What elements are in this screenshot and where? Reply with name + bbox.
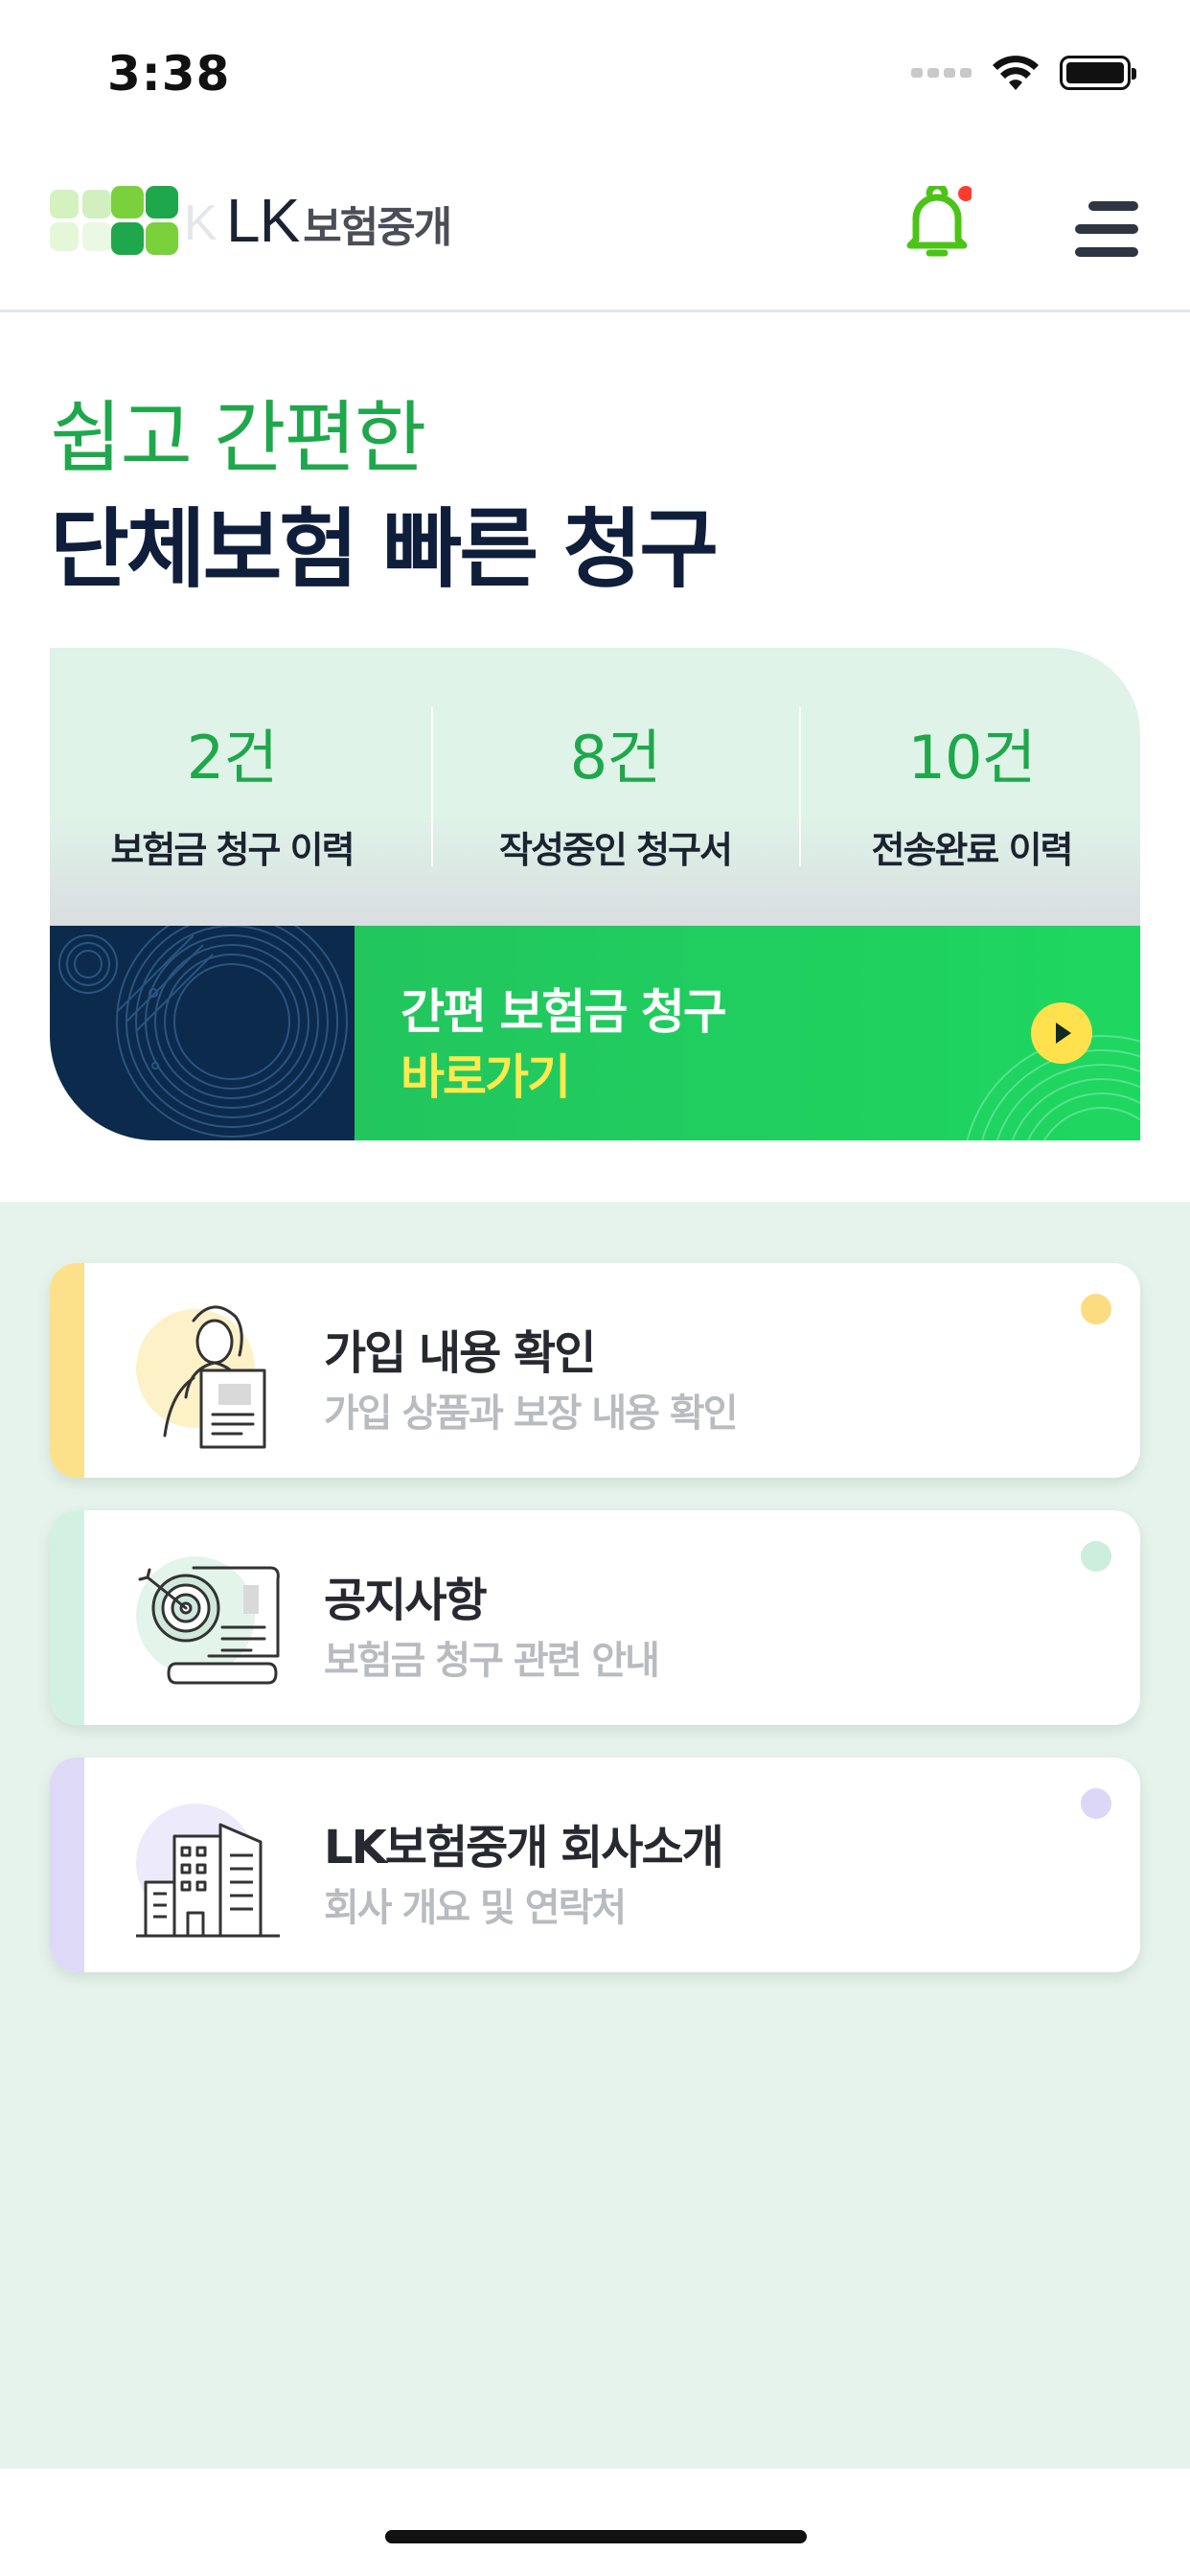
card-subtitle: 보험금 청구 관련 안내 — [324, 1639, 660, 1683]
stat-claim-history[interactable]: 2건 보험금 청구 이력 — [50, 709, 414, 873]
status-time: 3:38 — [107, 46, 231, 102]
card-accent — [50, 1263, 84, 1478]
card-title: 가입 내용 확인 — [324, 1326, 596, 1380]
signal-icon — [911, 68, 972, 78]
card-subtitle: 회사 개요 및 연락처 — [324, 1886, 627, 1930]
card-title: 공지사항 — [324, 1574, 488, 1627]
svg-text:K: K — [184, 196, 217, 251]
hamburger-menu-button[interactable] — [1071, 201, 1138, 259]
app-header: K LK 보험중개 — [0, 144, 1190, 312]
stat-count: 10건 — [907, 723, 1037, 793]
logo-mark-icon: K — [50, 186, 217, 255]
menu-line-icon — [1088, 201, 1138, 211]
banner-title: 간편 보험금 청구 — [400, 984, 727, 1040]
logo-lk: LK — [226, 186, 300, 255]
stat-drafts[interactable]: 8건 작성중인 청구서 — [433, 709, 797, 873]
card-accent — [50, 1510, 84, 1725]
claim-stats-card: 2건 보험금 청구 이력 8건 작성중인 청구서 10건 전송완료 이력 — [50, 648, 1140, 926]
banner-pattern — [50, 926, 355, 1140]
menu-line-icon — [1075, 247, 1138, 257]
decorative-lines-icon — [58, 926, 348, 1138]
card-subtitle: 가입 상품과 보장 내용 확인 — [324, 1392, 739, 1436]
quick-claim-banner[interactable]: 간편 보험금 청구 바로가기 — [50, 926, 1140, 1140]
status-dot — [1081, 1294, 1111, 1324]
building-icon — [126, 1786, 299, 1949]
notification-badge — [958, 186, 973, 201]
hero-title: 단체보험 빠른 청구 — [50, 499, 719, 600]
menu-line-icon — [1075, 224, 1138, 234]
card-accent — [50, 1758, 84, 1972]
card-title: LK보험중개 회사소개 — [324, 1821, 724, 1874]
logo-text: LK 보험중개 — [226, 185, 452, 256]
stat-label: 전송완료 이력 — [871, 829, 1074, 871]
status-icons — [911, 54, 1136, 92]
menu-card-subscription[interactable]: 가입 내용 확인 가입 상품과 보장 내용 확인 — [50, 1263, 1140, 1478]
banner-content: 간편 보험금 청구 바로가기 — [355, 926, 1140, 1140]
wifi-icon — [993, 56, 1039, 90]
stat-sent[interactable]: 10건 전송완료 이력 — [790, 709, 1154, 873]
person-with-document-icon — [126, 1292, 299, 1455]
status-dot — [1081, 1788, 1111, 1819]
stat-count: 2건 — [186, 723, 279, 793]
bell-icon — [906, 182, 973, 257]
status-bar: 3:38 — [0, 0, 1190, 144]
logo-kor: 보험중개 — [303, 203, 452, 252]
target-scroll-icon — [126, 1539, 299, 1702]
stat-label: 작성중인 청구서 — [499, 829, 733, 871]
stat-count: 8건 — [569, 723, 662, 793]
play-arrow-icon[interactable] — [1031, 1002, 1092, 1064]
status-dot — [1081, 1541, 1111, 1572]
stat-label: 보험금 청구 이력 — [110, 829, 355, 871]
notification-button[interactable] — [903, 182, 973, 263]
menu-card-company[interactable]: LK보험중개 회사소개 회사 개요 및 연락처 — [50, 1758, 1140, 1972]
banner-link[interactable]: 바로가기 — [400, 1039, 571, 1108]
menu-card-notice[interactable]: 공지사항 보험금 청구 관련 안내 — [50, 1510, 1140, 1725]
battery-icon — [1060, 56, 1136, 90]
menu-section: 가입 내용 확인 가입 상품과 보장 내용 확인 공지사항 보험금 청구 관련 … — [0, 1202, 1190, 2469]
hero-subtitle: 쉽고 간편한 — [50, 393, 426, 484]
logo[interactable]: K LK 보험중개 — [50, 182, 452, 259]
home-indicator[interactable] — [385, 2530, 807, 2543]
